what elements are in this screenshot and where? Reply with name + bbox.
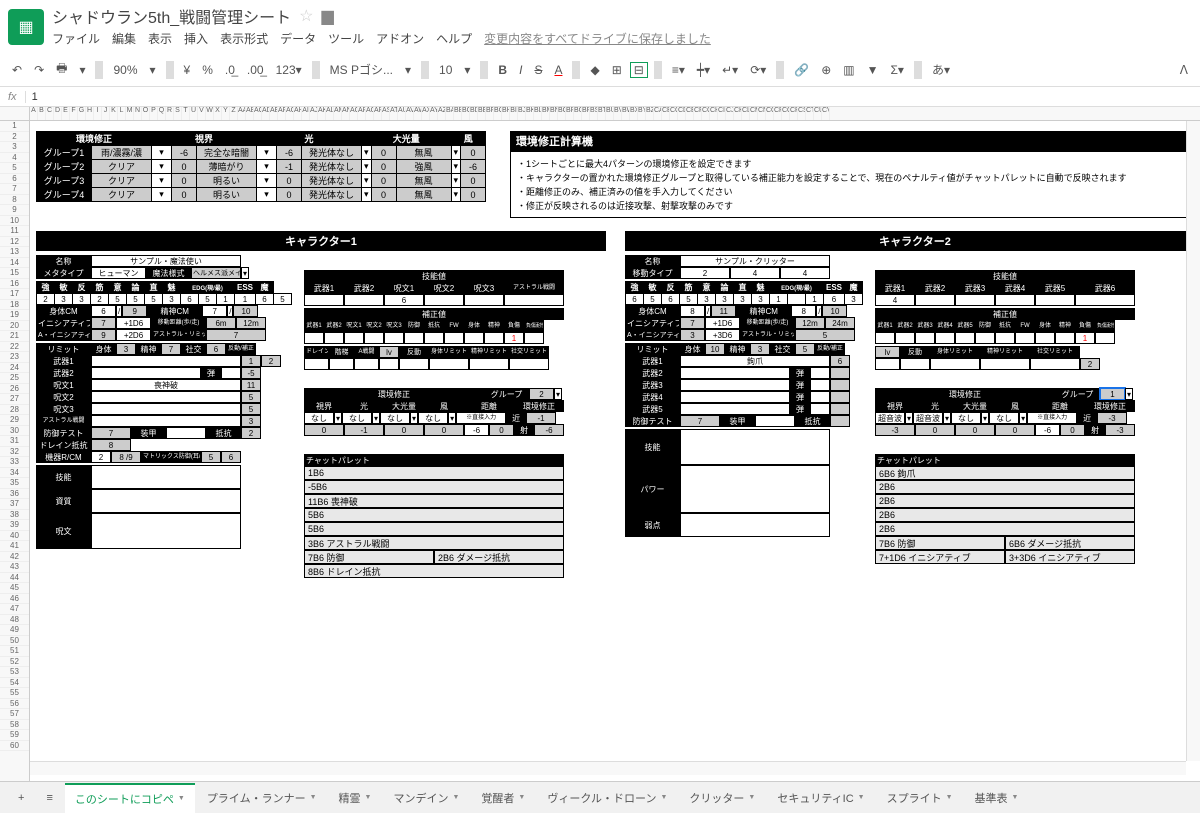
text-color-icon[interactable]: A <box>550 61 566 79</box>
currency-icon[interactable]: ¥ <box>180 61 195 79</box>
fx-label: fx <box>0 91 26 103</box>
wrap-icon[interactable]: ↵▾ <box>718 61 742 79</box>
menu-edit[interactable]: 編集 <box>112 30 136 47</box>
star-icon[interactable]: ☆ <box>299 6 313 26</box>
app-header: ▦ シャドウラン5th_戦闘管理シート ☆ ▆ ファイル 編集 表示 挿入 表示… <box>0 0 1200 53</box>
add-sheet-button[interactable]: + <box>8 786 34 810</box>
menu-insert[interactable]: 挿入 <box>184 30 208 47</box>
tab-5[interactable]: ヴィークル・ドローン▼ <box>537 784 677 812</box>
menu-addons[interactable]: アドオン <box>376 30 424 47</box>
menu-file[interactable]: ファイル <box>52 30 100 47</box>
zoom-select[interactable]: 90% <box>109 61 141 79</box>
valign-icon[interactable]: ┿▾ <box>693 61 714 79</box>
print-icon[interactable]: 🖶 <box>52 57 71 82</box>
tab-2[interactable]: 精霊▼ <box>329 784 382 812</box>
menu-data[interactable]: データ <box>280 30 316 47</box>
redo-icon[interactable]: ↷ <box>30 61 48 79</box>
rotate-icon[interactable]: ⟳▾ <box>746 61 770 79</box>
italic-icon[interactable]: I <box>515 61 526 79</box>
tab-3[interactable]: マンデイン▼ <box>383 784 469 812</box>
menubar: ファイル 編集 表示 挿入 表示形式 データ ツール アドオン ヘルプ 変更内容… <box>52 28 1192 49</box>
menu-format[interactable]: 表示形式 <box>220 30 268 47</box>
link-icon[interactable]: 🔗 <box>790 61 813 79</box>
formula-bar: fx 1 <box>0 87 1200 107</box>
sheets-logo[interactable]: ▦ <box>8 9 44 45</box>
input-icon[interactable]: あ▾ <box>928 59 954 80</box>
doc-title[interactable]: シャドウラン5th_戦闘管理シート <box>52 4 291 28</box>
dec-decrease-icon[interactable]: .0̲ <box>221 61 239 79</box>
merge-icon[interactable]: ⊟ <box>630 62 648 78</box>
expand-icon[interactable]: ᐱ <box>1176 61 1192 79</box>
font-select[interactable]: MS Pゴシ... <box>326 59 397 80</box>
sheet-area: document.write('ABCDEFGHIJKLMNOPQRSTUVWX… <box>0 107 1200 807</box>
menu-help[interactable]: ヘルプ <box>436 30 472 47</box>
tab-6[interactable]: クリッター▼ <box>679 784 765 812</box>
undo-icon[interactable]: ↶ <box>8 61 26 79</box>
column-headers[interactable]: document.write('ABCDEFGHIJKLMNOPQRSTUVWX… <box>0 107 1200 121</box>
all-sheets-button[interactable]: ≡ <box>36 786 62 810</box>
sheet-tabs: + ≡ このシートにコピペ▼ プライム・ランナー▼ 精霊▼ マンデイン▼ 覚醒者… <box>0 781 1200 813</box>
fill-color-icon[interactable]: ◆ <box>586 61 603 79</box>
menu-tools[interactable]: ツール <box>328 30 364 47</box>
chart-icon[interactable]: ▥ <box>839 61 858 79</box>
row-headers[interactable]: for(let i=1;i<=60;i++)document.write('<d… <box>0 121 30 801</box>
dec-increase-icon[interactable]: .00̲ <box>243 61 268 79</box>
format-more[interactable]: 123▾ <box>272 61 306 79</box>
save-status[interactable]: 変更内容をすべてドライブに保存しました <box>484 30 711 47</box>
toolbar: ↶ ↷ 🖶 ▾ 90%▾ ¥ % .0̲ .00̲ 123▾ MS Pゴシ...… <box>0 53 1200 87</box>
scrollbar-vertical[interactable] <box>1186 121 1200 761</box>
env-mod-table: 環境修正視界光大光量風 グループ1雨/濃霧/濃▾-6完全な暗闇▾-6発光体なし▾… <box>36 131 486 202</box>
calc-box: 環境修正計算機 ・1シートごとに最大4パターンの環境修正を設定できます ・キャラ… <box>510 131 1200 218</box>
sheet-content[interactable]: 環境修正視界光大光量風 グループ1雨/濃霧/濃▾-6完全な暗闇▾-6発光体なし▾… <box>30 121 1200 801</box>
filter-icon[interactable]: ▼ <box>863 61 883 79</box>
bold-icon[interactable]: B <box>494 61 511 79</box>
tab-7[interactable]: セキュリティIC▼ <box>767 784 874 812</box>
tab-active[interactable]: このシートにコピペ▼ <box>65 783 195 813</box>
halign-icon[interactable]: ≡▾ <box>668 61 689 79</box>
tab-1[interactable]: プライム・ランナー▼ <box>197 784 327 812</box>
selected-cell: 1 <box>1100 388 1125 400</box>
character-2-block: キャラクター2 名称サンプル・クリッター 移動タイプ244 強敏反筋意論直魅ED… <box>625 231 1200 564</box>
formula-input[interactable]: 1 <box>26 91 1200 103</box>
comment-icon[interactable]: ⊕ <box>817 61 835 79</box>
borders-icon[interactable]: ⊞ <box>608 61 626 79</box>
functions-icon[interactable]: Σ▾ <box>887 61 908 79</box>
character-1-block: キャラクター1 名称サンプル・魔法使い メタタイプヒューマン魔法様式ヘルメス派メ… <box>36 231 606 578</box>
menu-view[interactable]: 表示 <box>148 30 172 47</box>
tab-8[interactable]: スプライト▼ <box>877 784 963 812</box>
tab-4[interactable]: 覚醒者▼ <box>471 784 535 812</box>
percent-icon[interactable]: % <box>198 61 217 79</box>
paint-icon[interactable]: ▾ <box>75 61 89 79</box>
tab-9[interactable]: 基準表▼ <box>965 784 1029 812</box>
strike-icon[interactable]: S <box>530 61 546 79</box>
scrollbar-horizontal[interactable] <box>30 761 1186 775</box>
font-size[interactable]: 10 <box>435 61 456 79</box>
folder-icon[interactable]: ▆ <box>322 6 334 26</box>
